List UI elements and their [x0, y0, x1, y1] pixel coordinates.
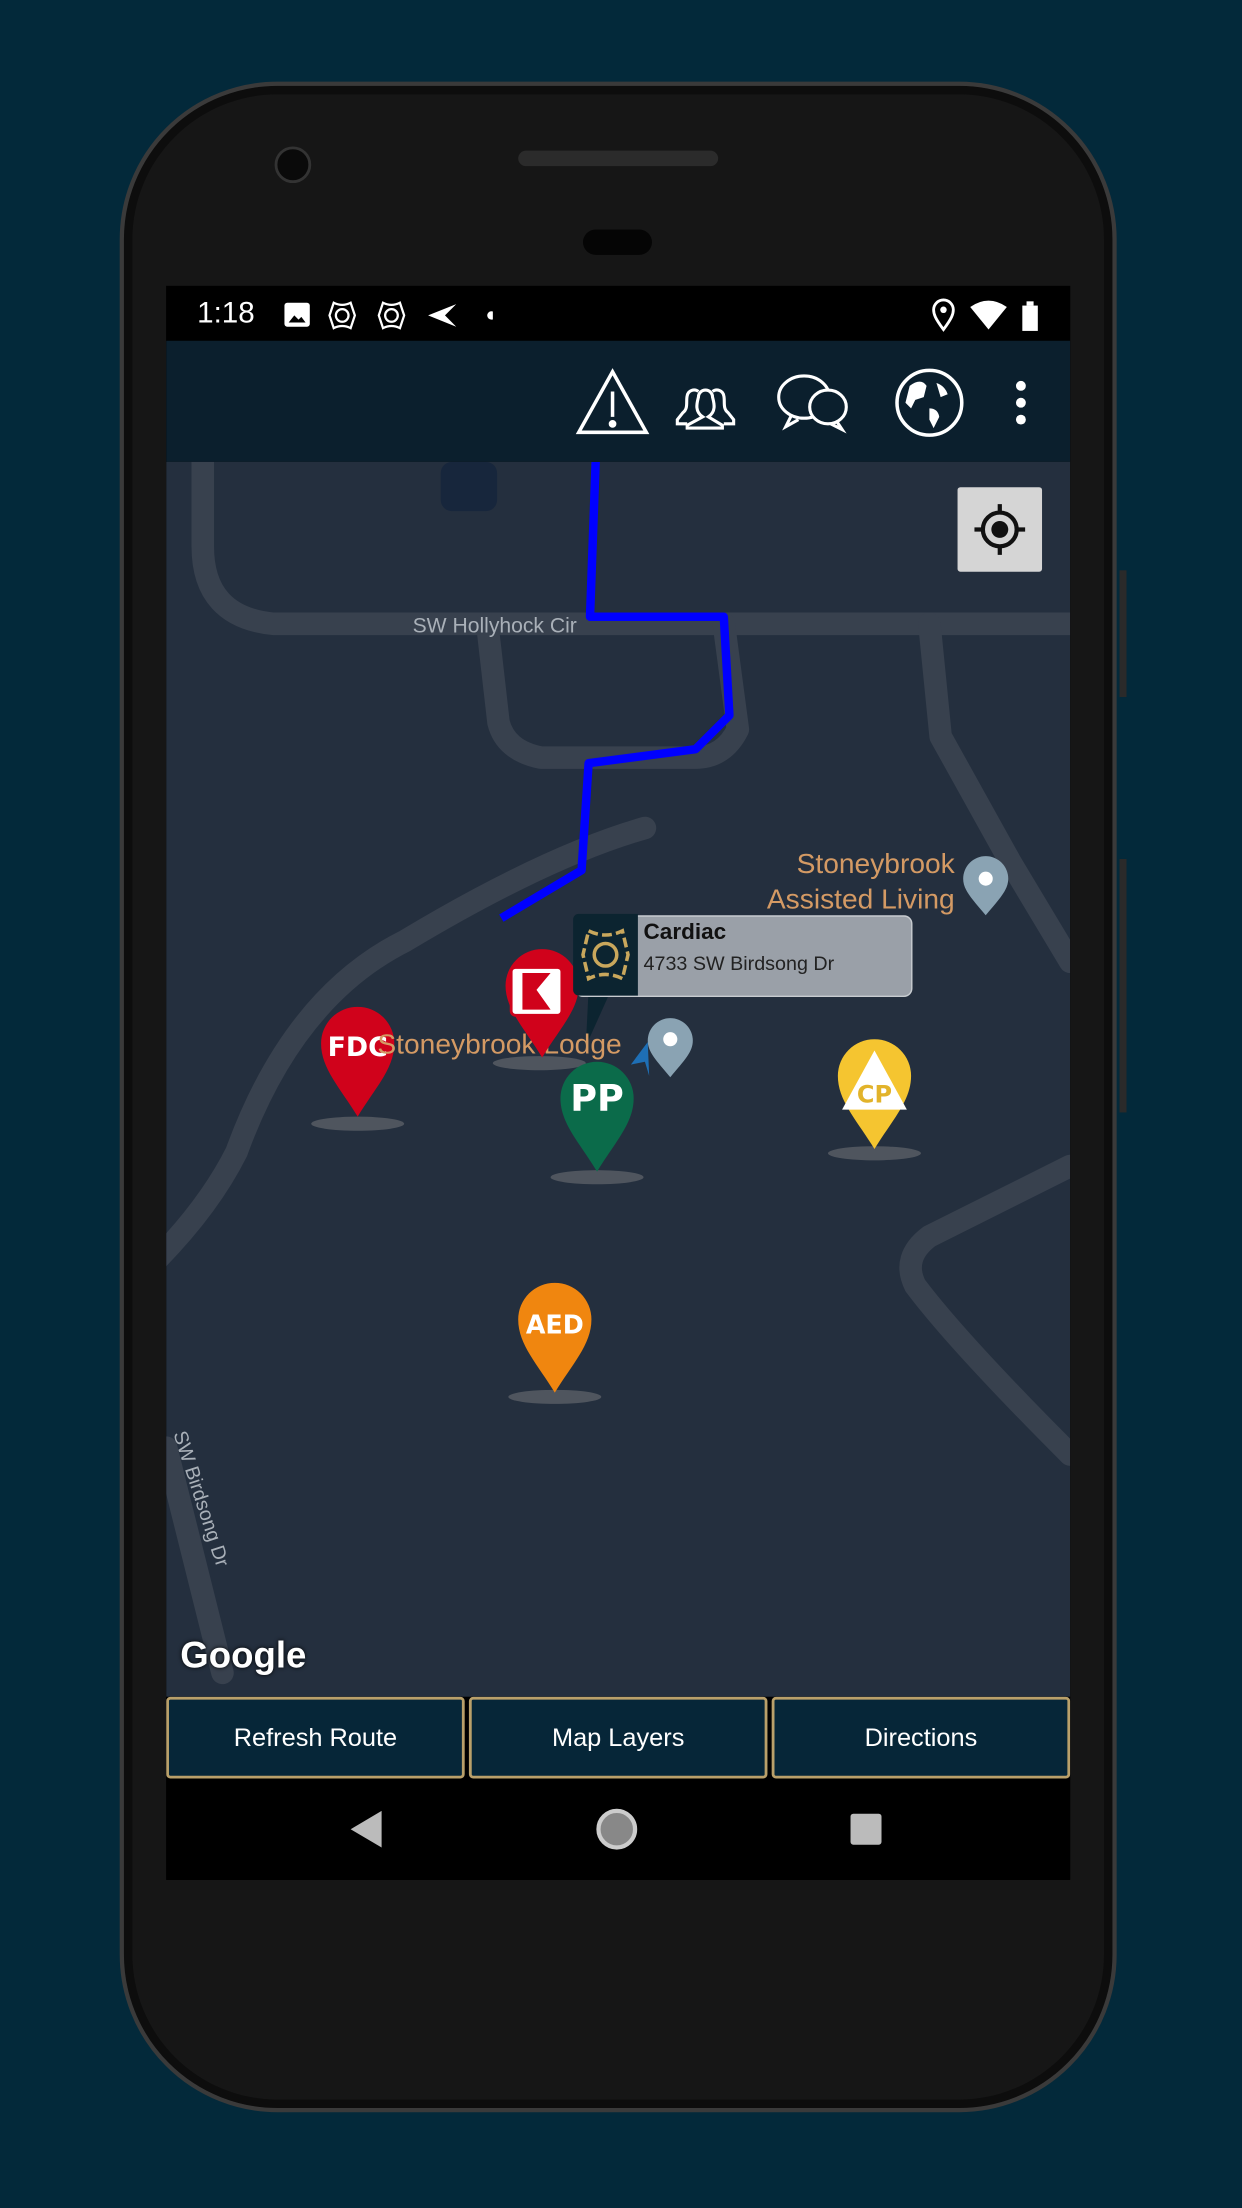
battery-icon	[1022, 301, 1038, 331]
poi-label-lodge: Stoneybrook Lodge	[377, 1029, 622, 1061]
my-location-button[interactable]	[957, 487, 1043, 572]
street-label: SW Hollyhock Cir	[413, 614, 577, 637]
poi-pin-icon	[963, 856, 1009, 916]
callout-title: Cardiac	[643, 920, 727, 945]
water-feature	[440, 461, 498, 512]
screen: 1:18 SW Hollyhock Cir SW Birdsong Dr Sto…	[166, 285, 1071, 1880]
route-line	[499, 461, 734, 922]
fire-badge-icon	[328, 301, 357, 330]
earpiece	[518, 150, 719, 167]
marker-pp-label: PP	[570, 1078, 624, 1121]
app-bar	[166, 340, 1071, 462]
side-button	[1119, 570, 1127, 698]
fire-badge-icon	[377, 301, 406, 330]
home-icon[interactable]	[596, 1808, 638, 1850]
chat-icon[interactable]	[777, 374, 848, 434]
map-view[interactable]: SW Hollyhock Cir SW Birdsong Dr Stoneybr…	[166, 461, 1071, 1697]
marker-cp-label: CP	[856, 1081, 893, 1110]
incident-callout[interactable]: Cardiac 4733 SW Birdsong Dr	[573, 913, 913, 997]
app-bar-actions	[575, 368, 1026, 437]
directions-button[interactable]: Directions	[771, 1696, 1071, 1779]
status-bar: 1:18	[166, 285, 1071, 341]
refresh-route-button[interactable]: Refresh Route	[166, 1696, 465, 1779]
front-camera	[274, 146, 312, 184]
recents-icon[interactable]	[850, 1813, 882, 1845]
send-icon	[428, 304, 457, 327]
marker-knox-box[interactable]	[504, 948, 580, 1061]
callout-address: 4733 SW Birdsong Dr	[643, 951, 835, 975]
map-actions: Refresh Route Map Layers Directions	[166, 1696, 1071, 1779]
more-vert-icon[interactable]	[1015, 380, 1026, 425]
map-layers-button[interactable]: Map Layers	[468, 1696, 768, 1779]
navigation-bar	[166, 1778, 1071, 1880]
poi-pin-icon	[647, 1018, 693, 1078]
status-time: 1:18	[197, 297, 255, 330]
image-icon	[284, 302, 310, 327]
side-button	[1119, 858, 1127, 1113]
location-icon	[932, 298, 955, 332]
warning-icon[interactable]	[575, 368, 650, 435]
sensor	[582, 229, 652, 255]
knox-box-icon	[509, 965, 564, 1017]
status-right-icons	[932, 298, 1038, 332]
google-logo: Google	[180, 1633, 307, 1676]
status-left-icons	[284, 301, 493, 330]
back-icon[interactable]	[350, 1810, 382, 1848]
globe-icon[interactable]	[895, 368, 964, 437]
group-icon[interactable]	[675, 388, 736, 430]
dot-icon	[487, 311, 493, 320]
marker-aed-label: AED	[525, 1310, 584, 1341]
poi-label-assisted-living: Stoneybrook Assisted Living	[766, 849, 955, 916]
fire-badge-icon	[573, 913, 638, 996]
wifi-icon	[970, 300, 1007, 330]
crosshair-icon	[974, 504, 1026, 555]
